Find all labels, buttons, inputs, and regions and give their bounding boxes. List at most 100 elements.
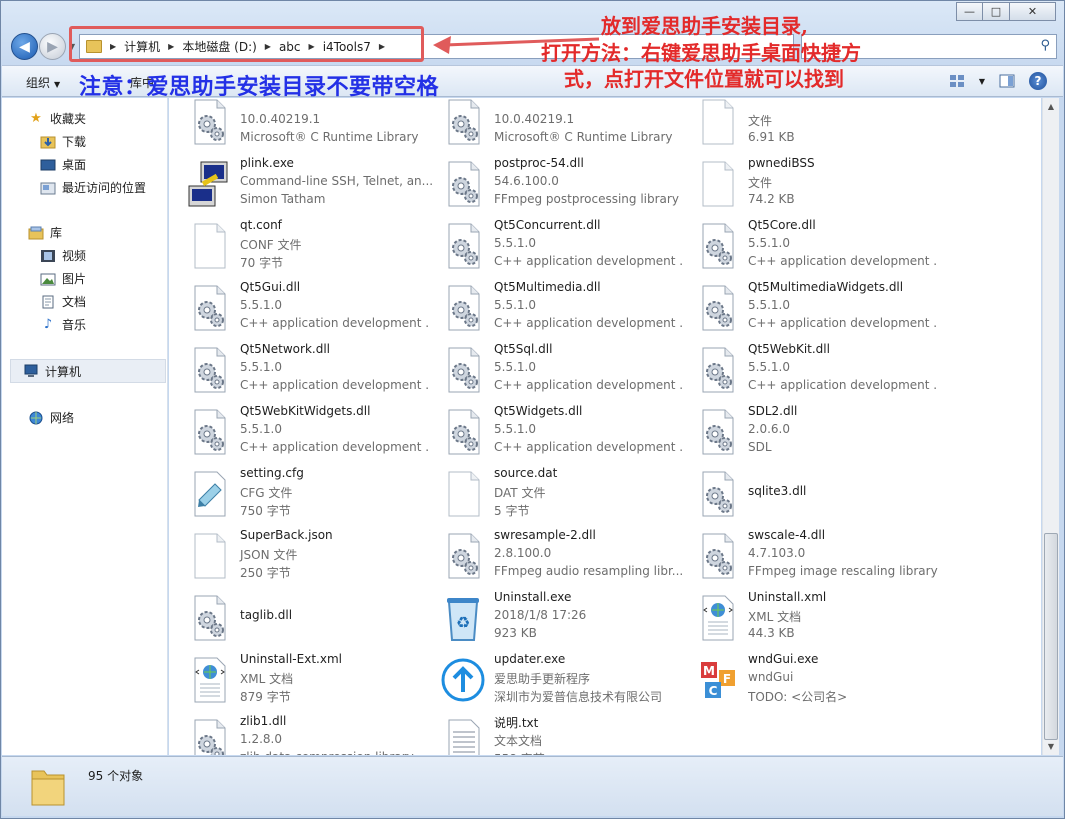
- dll-file-icon: [187, 284, 231, 332]
- sidebar-item-label: 视频: [62, 249, 87, 263]
- dll-file-icon: [695, 346, 739, 394]
- file-item[interactable]: swresample-2.dll 2.8.100.0 FFmpeg audio re…: [423, 526, 683, 584]
- dll-file-icon: [695, 532, 739, 580]
- sidebar-item-label: 图片: [62, 272, 87, 286]
- file-name: source.dat: [494, 466, 558, 480]
- sidebar-item-favorites[interactable]: ★ 收藏夹: [28, 110, 86, 127]
- dll-file-icon: [187, 718, 231, 755]
- dll-file-icon: [441, 346, 485, 394]
- file-detail-line-2: 923 KB: [494, 626, 537, 640]
- file-item[interactable]: Qt5Multimedia.dll 5.5.1.0 C++ application …: [423, 278, 684, 336]
- file-item[interactable]: SDL2.dll 2.0.6.0 SDL: [677, 402, 931, 460]
- file-detail-line-2: 6.91 KB: [748, 130, 795, 144]
- file-item[interactable]: SuperBack.json JSON 文件 250 字节: [169, 526, 423, 584]
- file-detail-line-1: XML 文档: [240, 672, 294, 686]
- file-item[interactable]: Qt5WebKit.dll 5.5.1.0 C++ application deve…: [677, 340, 938, 398]
- sidebar-item-recent[interactable]: 最近访问的位置: [40, 179, 146, 196]
- address-highlight-box: [69, 26, 424, 62]
- file-detail-line-2: FFmpeg image rescaling library: [748, 564, 938, 578]
- file-detail-line-2: C++ application development ...: [494, 316, 684, 330]
- close-button[interactable]: ✕: [1010, 2, 1056, 21]
- video-icon: [40, 249, 56, 263]
- vertical-scrollbar[interactable]: ▲ ▼: [1042, 98, 1059, 755]
- file-item[interactable]: swscale-4.dll 4.7.103.0 FFmpeg image resca…: [677, 526, 938, 584]
- file-item[interactable]: postproc-54.dll 54.6.100.0 FFmpeg postproc…: [423, 154, 679, 212]
- file-detail-line-1: CONF 文件: [240, 238, 302, 252]
- file-detail-line-1: 54.6.100.0: [494, 174, 559, 188]
- file-item[interactable]: Qt5MultimediaWidgets.dll 5.5.1.0 C++ appli…: [677, 278, 938, 336]
- file-item[interactable]: setting.cfg CFG 文件 750 字节: [169, 464, 423, 522]
- file-detail-line-2: 250 字节: [240, 566, 291, 580]
- file-item[interactable]: Qt5Core.dll 5.5.1.0 C++ application develo…: [677, 216, 938, 274]
- file-detail-line-1: 5.5.1.0: [494, 422, 536, 436]
- file-item[interactable]: zlib1.dll1.2.8.0zlib data compression li…: [169, 712, 423, 755]
- recent-places-icon: [40, 181, 56, 195]
- file-item[interactable]: Qt5Sql.dll 5.5.1.0 C++ application develop…: [423, 340, 684, 398]
- sidebar-item-music[interactable]: ♪ 音乐: [40, 316, 86, 333]
- maximize-button[interactable]: □: [983, 2, 1010, 21]
- file-name: Qt5Core.dll: [748, 218, 816, 232]
- file-item[interactable]: taglib.dll: [169, 588, 423, 646]
- file-detail-line-2: 750 字节: [240, 504, 291, 518]
- view-icon[interactable]: [947, 71, 967, 91]
- file-item[interactable]: Uninstall.xml XML 文档 44.3 KB: [677, 588, 931, 646]
- file-name: wndGui.exe: [748, 652, 819, 666]
- blank-file-icon: [187, 532, 231, 580]
- file-item[interactable]: M F CwndGui.exe wndGui TODO: <公司名>: [677, 650, 931, 708]
- file-item[interactable]: Qt5WebKitWidgets.dll 5.5.1.0 C++ applicati…: [169, 402, 430, 460]
- file-detail-line-2: C++ application development ...: [494, 254, 684, 268]
- sidebar-item-computer[interactable]: 计算机: [10, 359, 166, 383]
- file-name: Qt5Widgets.dll: [494, 404, 583, 418]
- file-item[interactable]: 说明.txt文本文档558 字节: [423, 712, 677, 755]
- chevron-down-icon[interactable]: ▼: [979, 77, 985, 86]
- sidebar-item-videos[interactable]: 视频: [40, 247, 86, 264]
- file-item[interactable]: updater.exe 爱思助手更新程序 深圳市为爱普信息技术有限公司: [423, 650, 677, 708]
- file-detail-line-2: 5 字节: [494, 504, 530, 518]
- dll-file-icon: [441, 222, 485, 270]
- dll-file-icon: [441, 98, 485, 146]
- file-detail-line-2: TODO: <公司名>: [748, 690, 848, 704]
- file-detail-line-1: 2.8.100.0: [494, 546, 552, 560]
- arrow-left-icon: ◀: [19, 38, 30, 55]
- sidebar-item-label: 下载: [62, 135, 87, 149]
- xml-file-icon: [187, 656, 231, 704]
- file-detail-line-1: 文件: [748, 176, 773, 190]
- scroll-thumb[interactable]: [1044, 533, 1058, 740]
- file-name: updater.exe: [494, 652, 566, 666]
- file-item[interactable]: ♻ Uninstall.exe 2018/1/8 17:26 923 KB: [423, 588, 677, 646]
- file-item[interactable]: 文件 6.91 KB: [677, 98, 931, 150]
- file-item[interactable]: pwnediBSS 文件 74.2 KB: [677, 154, 931, 212]
- search-icon[interactable]: ⚲: [1040, 38, 1050, 53]
- file-item[interactable]: Qt5Widgets.dll 5.5.1.0 C++ application dev…: [423, 402, 684, 460]
- file-item[interactable]: Qt5Concurrent.dll 5.5.1.0 C++ application …: [423, 216, 684, 274]
- back-button[interactable]: ◀: [11, 33, 38, 60]
- preview-pane-icon[interactable]: [997, 71, 1017, 91]
- scroll-up-icon[interactable]: ▲: [1043, 98, 1059, 114]
- file-item[interactable]: plink.exe Command-line SSH, Telnet, an...…: [169, 154, 433, 212]
- sidebar-item-libraries[interactable]: 库: [28, 224, 62, 241]
- file-item[interactable]: sqlite3.dll: [677, 464, 931, 522]
- file-item[interactable]: 10.0.40219.1 Microsoft® C Runtime Library: [423, 98, 677, 150]
- file-name: postproc-54.dll: [494, 156, 584, 170]
- sidebar-item-pictures[interactable]: 图片: [40, 270, 86, 287]
- forward-button[interactable]: ▶: [39, 33, 66, 60]
- file-item[interactable]: Uninstall-Ext.xml XML 文档 879 字节: [169, 650, 423, 708]
- file-name: pwnediBSS: [748, 156, 815, 170]
- file-item[interactable]: source.dat DAT 文件 5 字节: [423, 464, 677, 522]
- file-item[interactable]: qt.conf CONF 文件 70 字节: [169, 216, 423, 274]
- file-item[interactable]: 10.0.40219.1 Microsoft® C Runtime Library: [169, 98, 423, 150]
- minimize-button[interactable]: —: [956, 2, 983, 21]
- sidebar-item-documents[interactable]: 文档: [40, 293, 86, 310]
- sidebar-item-network[interactable]: 网络: [28, 409, 74, 426]
- file-detail-line-2: C++ application development ...: [240, 316, 430, 330]
- organize-menu[interactable]: 组织 ▼: [26, 74, 60, 91]
- file-detail-line-1: 文件: [748, 114, 773, 128]
- sidebar-item-downloads[interactable]: 下载: [40, 133, 86, 150]
- file-name: Uninstall-Ext.xml: [240, 652, 342, 666]
- help-icon[interactable]: ?: [1029, 72, 1047, 90]
- sidebar-item-desktop[interactable]: 桌面: [40, 156, 86, 173]
- file-item[interactable]: Qt5Network.dll 5.5.1.0 C++ application dev…: [169, 340, 430, 398]
- file-detail-line-1: 10.0.40219.1: [240, 112, 321, 126]
- file-item[interactable]: Qt5Gui.dll 5.5.1.0 C++ application develop…: [169, 278, 430, 336]
- scroll-down-icon[interactable]: ▼: [1043, 738, 1059, 754]
